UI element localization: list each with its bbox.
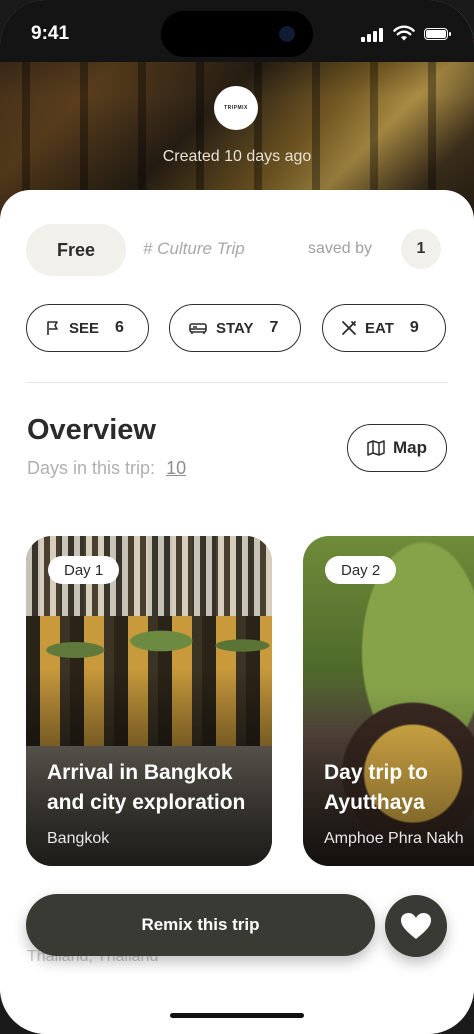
- created-text: Created 10 days ago: [162, 148, 312, 165]
- day-location: Bangkok: [47, 830, 110, 847]
- day-card-2[interactable]: Day 2 Day trip to Ayutthaya Amphoe Phra …: [303, 536, 474, 866]
- home-indicator: [170, 1013, 304, 1018]
- day-title: Arrival in Bangkok and city exploration: [47, 761, 246, 814]
- divider: [26, 382, 448, 383]
- saved-count-badge[interactable]: 1: [401, 229, 441, 269]
- saved-by-label: saved by: [308, 240, 373, 257]
- days-label: Days in this trip:: [27, 458, 156, 478]
- category-eat-button[interactable]: EAT 9: [322, 304, 446, 352]
- category-label: STAY: [216, 319, 254, 337]
- day-card-1[interactable]: Day 1 Arrival in Bangkok and city explor…: [26, 536, 272, 866]
- category-stay-button[interactable]: STAY 7: [169, 304, 301, 352]
- trip-sheet: Free # Culture Trip saved by 1 SEE 6 STA…: [0, 190, 474, 1034]
- trip-logo[interactable]: TRIPMIX: [214, 86, 258, 130]
- map-icon: [367, 440, 385, 456]
- bed-icon: [189, 323, 207, 334]
- category-label: EAT: [365, 319, 394, 337]
- category-see-button[interactable]: SEE 6: [26, 304, 149, 352]
- trip-tag[interactable]: # Culture Trip: [143, 239, 245, 259]
- favorite-button[interactable]: [385, 895, 447, 957]
- status-time: 9:41: [31, 23, 70, 44]
- days-value[interactable]: 10: [166, 458, 186, 478]
- day-title: Day trip to Ayutthaya: [324, 761, 428, 814]
- map-button[interactable]: Map: [347, 424, 447, 472]
- heart-icon: [401, 913, 431, 939]
- day-badge: Day 1: [48, 556, 120, 584]
- utensils-icon: [342, 321, 356, 335]
- wifi-icon: [393, 25, 415, 41]
- price-badge: Free: [26, 224, 126, 276]
- category-count: 6: [115, 319, 124, 336]
- category-label: SEE: [69, 319, 100, 337]
- flag-icon: [47, 321, 58, 335]
- app-screen: 9:41 TRIPMIX Created 10 days ago Free # …: [0, 0, 474, 1034]
- status-bar: 9:41: [0, 0, 474, 62]
- remix-trip-button[interactable]: Remix this trip: [26, 894, 375, 956]
- category-count: 7: [269, 319, 279, 336]
- overview-heading: Overview: [27, 414, 156, 446]
- days-in-trip: Days in this trip: 10: [27, 458, 186, 479]
- map-label: Map: [393, 438, 427, 457]
- battery-icon: [424, 28, 451, 40]
- day-badge: Day 2: [325, 556, 397, 584]
- day-location: Amphoe Phra Nakh: [324, 830, 464, 847]
- dynamic-island: [161, 11, 313, 57]
- category-count: 9: [409, 319, 419, 336]
